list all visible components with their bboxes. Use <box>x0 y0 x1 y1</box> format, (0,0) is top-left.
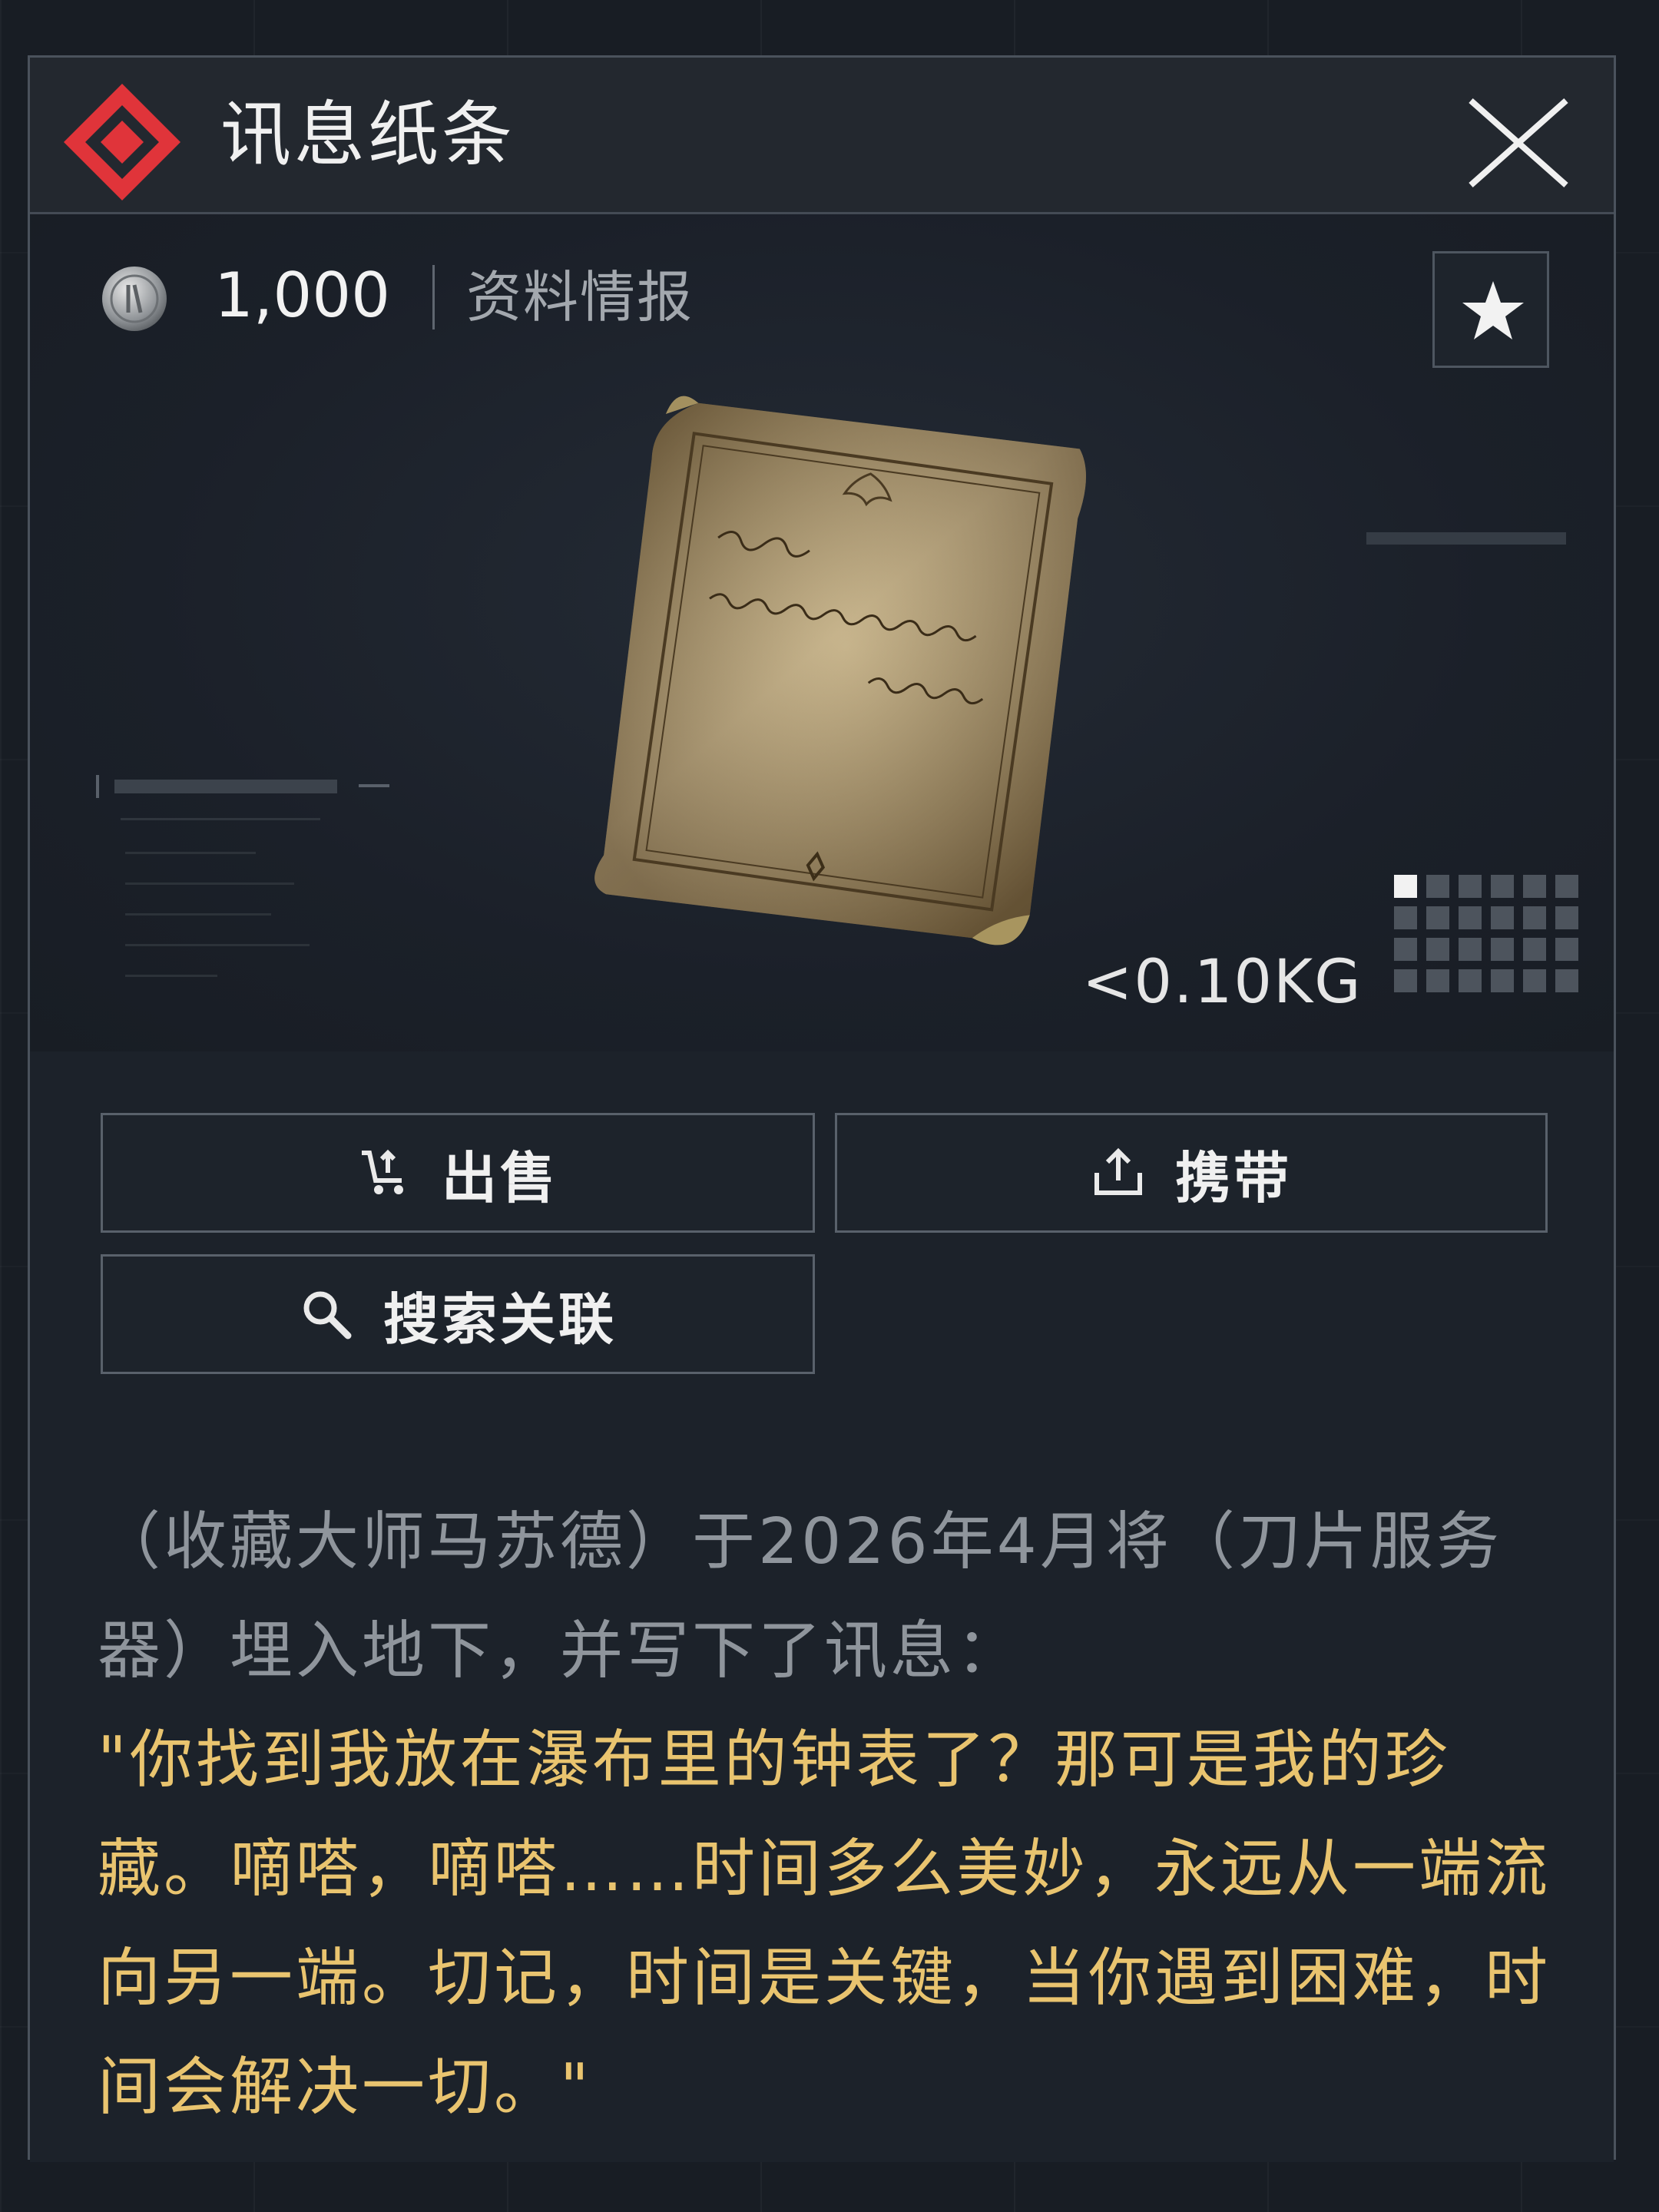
search-related-button[interactable]: 搜索关联 <box>101 1254 815 1374</box>
inventory-slot <box>1426 969 1449 992</box>
inventory-slot <box>1459 938 1482 961</box>
message-note-paper-image <box>594 396 1086 945</box>
inventory-slot <box>1394 875 1417 898</box>
title-bar: 讯息纸条 <box>30 58 1614 214</box>
silver-coin-icon <box>102 267 167 331</box>
inventory-slot <box>1394 938 1417 961</box>
upload-tray-icon <box>1094 1147 1142 1195</box>
item-price: 1,000 <box>214 260 391 331</box>
inventory-slot <box>1491 875 1514 898</box>
item-preview: 1,000 资料情报 <0.10KG <box>30 214 1614 1051</box>
item-detail-panel: 讯息纸条 1,000 资料情报 <0.10KG 出售 携带 搜索关联 （收藏大师… <box>28 55 1616 2162</box>
inventory-slot <box>1555 938 1578 961</box>
price-divider <box>432 265 435 329</box>
inventory-slot <box>1555 875 1578 898</box>
inventory-slot <box>1394 906 1417 929</box>
inventory-slot <box>1459 969 1482 992</box>
decorative-label-line <box>1366 532 1566 545</box>
decorative-text-lines <box>96 775 389 977</box>
search-icon <box>303 1291 352 1339</box>
actions-area: 出售 携带 搜索关联 （收藏大师马苏德）于2026年4月将（刀片服务器）埋入地下… <box>30 1051 1614 2162</box>
sell-cart-icon <box>361 1149 403 1194</box>
inventory-slot <box>1394 969 1417 992</box>
inventory-slot <box>1426 938 1449 961</box>
close-icon[interactable] <box>1465 93 1572 193</box>
item-description: （收藏大师马苏德）于2026年4月将（刀片服务器）埋入地下，并写下了讯息： "你… <box>98 1488 1572 2142</box>
inventory-slot <box>1426 875 1449 898</box>
carry-label: 携带 <box>1174 1145 1292 1210</box>
item-rarity-diamond-icon <box>64 84 180 200</box>
inventory-slot <box>1523 938 1546 961</box>
inventory-slot <box>1523 969 1546 992</box>
inventory-slot <box>1491 969 1514 992</box>
inventory-size-grid-icon <box>1394 875 1578 992</box>
star-icon <box>1462 281 1524 339</box>
sell-button[interactable]: 出售 <box>101 1113 815 1233</box>
search-related-label: 搜索关联 <box>382 1286 617 1352</box>
favorite-button[interactable] <box>1432 251 1549 368</box>
inventory-slot <box>1555 906 1578 929</box>
description-quote: "你找到我放在瀑布里的钟表了？那可是我的珍藏。嘀嗒，嘀嗒……时间多么美妙，永远从… <box>98 1724 1551 2124</box>
description-intro: （收藏大师马苏德）于2026年4月将（刀片服务器）埋入地下，并写下了讯息： <box>98 1505 1502 1687</box>
carry-button[interactable]: 携带 <box>835 1113 1548 1233</box>
inventory-slot <box>1555 969 1578 992</box>
inventory-slot <box>1491 938 1514 961</box>
inventory-slot <box>1523 875 1546 898</box>
sell-label: 出售 <box>441 1145 558 1210</box>
inventory-slot <box>1459 875 1482 898</box>
window-title: 讯息纸条 <box>220 94 516 176</box>
inventory-slot <box>1523 906 1546 929</box>
inventory-slot <box>1459 906 1482 929</box>
item-weight: <0.10KG <box>1082 948 1363 1017</box>
inventory-slot <box>1426 906 1449 929</box>
item-category: 资料情报 <box>466 265 694 329</box>
inventory-slot <box>1491 906 1514 929</box>
